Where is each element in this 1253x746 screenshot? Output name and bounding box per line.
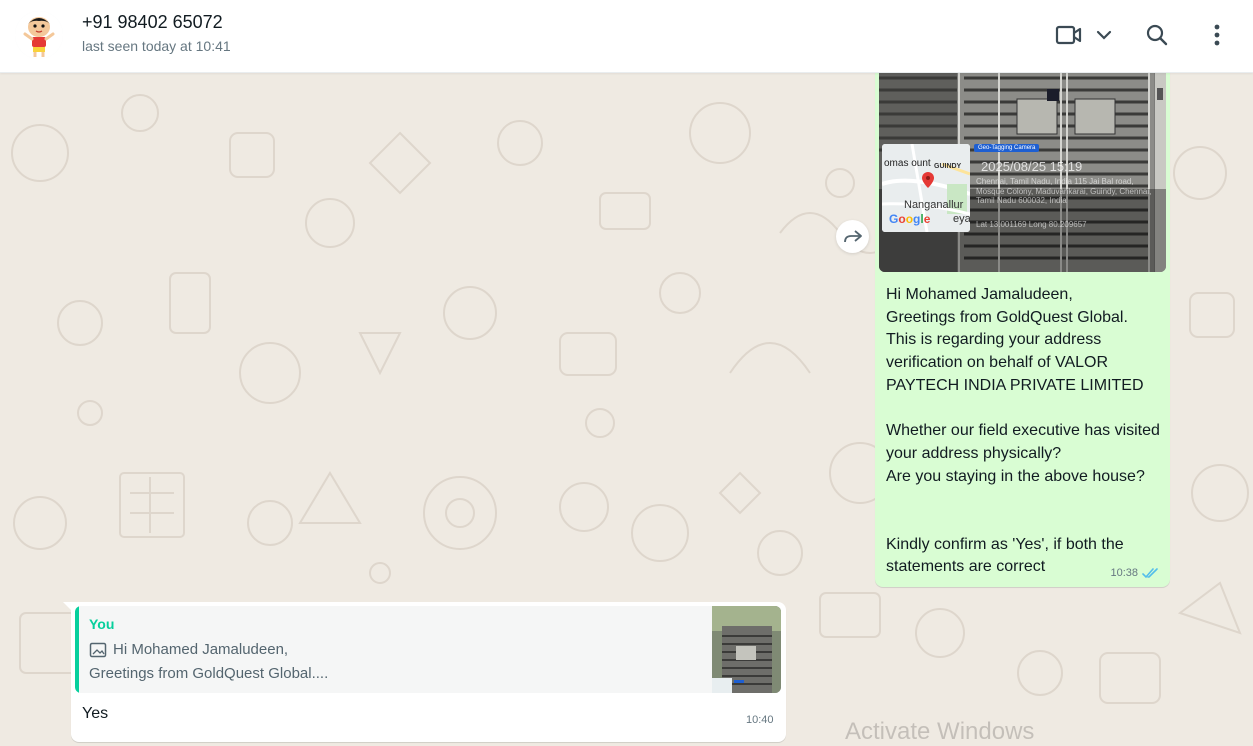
avatar-cartoon-icon (15, 11, 63, 59)
photo-datetime: 2025/08/25 15:19 (981, 159, 1083, 174)
google-logo: Google (889, 212, 931, 226)
photo-address: Chennai, Tamil Nadu, India 115 Jai Bal r… (976, 177, 1152, 205)
more-options-button[interactable] (1200, 18, 1234, 52)
incoming-message[interactable]: You Hi Mohamed Jamaludeen, Greetings fro… (71, 602, 786, 742)
map-label: eyar Ter (953, 213, 970, 225)
video-call-button[interactable] (1054, 18, 1116, 52)
photo-latlng: Lat 13.001169 Long 80.209657 (976, 220, 1087, 229)
search-button[interactable] (1140, 18, 1174, 52)
forward-button[interactable] (836, 220, 869, 253)
message-time: 10:40 (746, 714, 774, 726)
double-check-read-icon (1142, 567, 1158, 578)
quote-preview-line: Hi Mohamed Jamaludeen, (89, 641, 288, 658)
more-vertical-icon (1214, 24, 1220, 46)
quote-image-thumbnail (712, 606, 781, 693)
quote-text-line2: Greetings from GoldQuest Global.... (89, 665, 329, 682)
message-meta: 10:38 (1110, 567, 1160, 579)
contact-avatar[interactable] (15, 11, 63, 59)
map-pin-icon (922, 172, 934, 188)
quote-text-line1: Hi Mohamed Jamaludeen, (113, 641, 289, 658)
message-image[interactable]: omas ount GUINDY Nanganallur Google eyar… (879, 44, 1166, 272)
image-icon (89, 642, 107, 657)
outgoing-message[interactable]: omas ount GUINDY Nanganallur Google eyar… (875, 40, 1170, 587)
quote-accent-bar (75, 606, 79, 693)
video-call-icon (1055, 25, 1082, 45)
forward-icon (843, 229, 862, 242)
geo-tag-badge: Geo-Tagging Camera (974, 144, 1040, 152)
map-label: Nanganallur (904, 199, 964, 211)
quoted-message[interactable]: You Hi Mohamed Jamaludeen, Greetings fro… (75, 606, 781, 693)
message-text: Yes (82, 705, 109, 722)
quote-author: You (89, 616, 115, 632)
chevron-down-icon (1096, 30, 1112, 40)
map-label: omas ount (884, 158, 931, 169)
activate-windows-watermark: Activate Windows (845, 718, 1035, 745)
search-icon (1146, 24, 1168, 46)
message-text: Hi Mohamed Jamaludeen, Greetings from Go… (886, 286, 1160, 576)
contact-status: last seen today at 10:41 (82, 38, 231, 54)
contact-name[interactable]: +91 98402 65072 (82, 12, 223, 33)
message-time: 10:38 (1110, 567, 1138, 579)
map-thumbnail: omas ount GUINDY Nanganallur Google eyar… (882, 144, 970, 232)
chat-header: +91 98402 65072 last seen today at 10:41 (0, 0, 1253, 73)
map-label: GUINDY (934, 163, 962, 170)
